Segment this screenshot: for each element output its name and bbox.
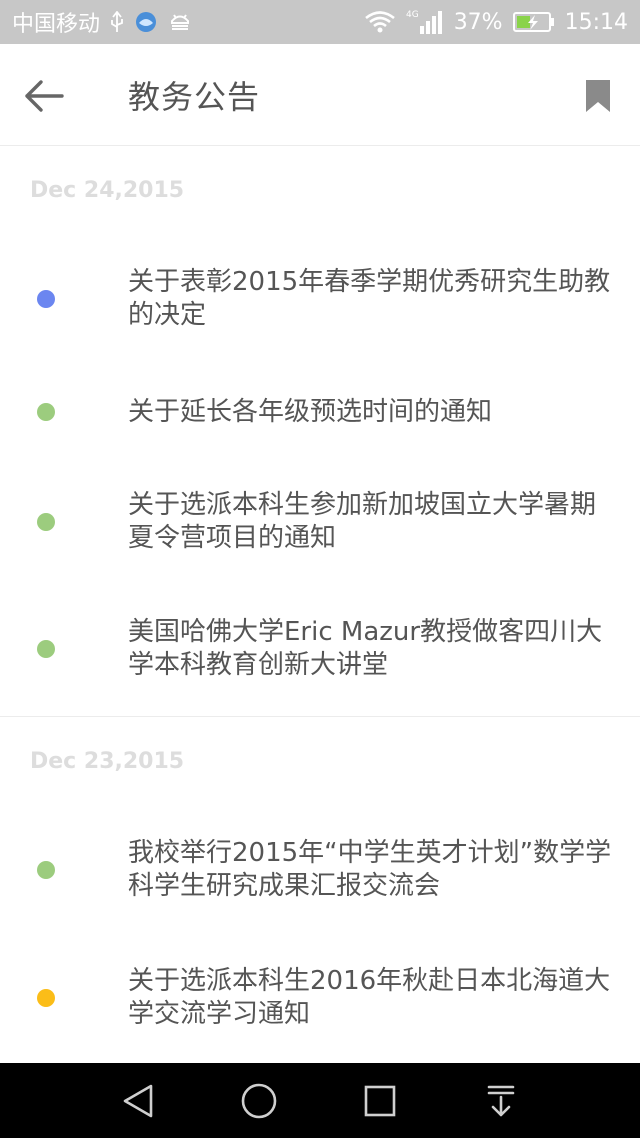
home-circle-icon — [241, 1083, 277, 1118]
status-bar: 中国移动 4G 37% 15:14 — [0, 0, 640, 44]
recents-square-icon — [364, 1085, 396, 1116]
date-header: Dec 24,2015 — [30, 178, 185, 203]
announcement-title: 关于延长各年级预选时间的通知 — [128, 396, 493, 427]
nav-back-button[interactable] — [98, 1063, 178, 1138]
carrier-label: 中国移动 — [12, 12, 101, 37]
system-nav-bar — [0, 1063, 640, 1138]
list-item[interactable]: 关于延长各年级预选时间的通知 — [0, 362, 640, 462]
app-notification-icon — [134, 10, 158, 34]
announcement-title: 关于选派本科生参加新加坡国立大学暑期夏令营项目的通知 — [128, 490, 597, 553]
announcement-list[interactable]: Dec 24,2015 关于表彰2015年春季学期优秀研究生助教的决定 关于延长… — [0, 146, 640, 1063]
status-dot — [37, 513, 55, 531]
usb-icon — [110, 11, 124, 33]
announcement-title: 关于选派本科生2016年秋赴日本北海道大学交流学习通知 — [128, 966, 611, 1029]
arrow-left-icon — [25, 80, 64, 112]
list-item[interactable]: 美国哈佛大学Eric Mazur教授做客四川大学本科教育创新大讲堂 — [0, 582, 640, 716]
wifi-icon — [364, 10, 396, 34]
list-item[interactable]: 关于表彰2015年春季学期优秀研究生助教的决定 — [0, 236, 640, 362]
date-header: Dec 23,2015 — [30, 749, 185, 774]
network-label: 4G — [406, 10, 419, 20]
status-dot — [37, 403, 55, 421]
status-dot — [37, 861, 55, 879]
nav-recents-button[interactable] — [340, 1063, 420, 1138]
battery-charging-icon — [512, 11, 555, 33]
back-triangle-icon — [123, 1084, 153, 1117]
status-dot — [37, 640, 55, 658]
signal-icon: 4G — [406, 8, 444, 36]
page-title: 教务公告 — [128, 78, 261, 116]
clock: 15:14 — [564, 9, 628, 35]
announcement-title: 我校举行2015年“中学生英才计划”数学学科学生研究成果汇报交流会 — [128, 838, 612, 901]
android-debug-icon — [168, 11, 192, 33]
notification-pull-icon — [487, 1085, 515, 1116]
nav-home-button[interactable] — [219, 1063, 299, 1138]
bookmark-button[interactable] — [578, 74, 618, 118]
list-item[interactable]: 我校举行2015年“中学生英才计划”数学学科学生研究成果汇报交流会 — [0, 807, 640, 933]
app-header: 教务公告 — [0, 44, 640, 146]
bookmark-icon — [586, 80, 610, 112]
nav-notification-button[interactable] — [461, 1063, 541, 1138]
status-dot — [37, 290, 55, 308]
list-item[interactable]: 关于选派本科生参加新加坡国立大学暑期夏令营项目的通知 — [0, 462, 640, 582]
list-item[interactable]: 关于选派本科生2016年秋赴日本北海道大学交流学习通知 — [0, 933, 640, 1063]
announcement-title: 美国哈佛大学Eric Mazur教授做客四川大学本科教育创新大讲堂 — [128, 617, 603, 680]
back-button[interactable] — [18, 70, 70, 122]
announcement-title: 关于表彰2015年春季学期优秀研究生助教的决定 — [128, 267, 611, 330]
status-dot — [37, 989, 55, 1007]
battery-percent: 37% — [453, 9, 503, 35]
